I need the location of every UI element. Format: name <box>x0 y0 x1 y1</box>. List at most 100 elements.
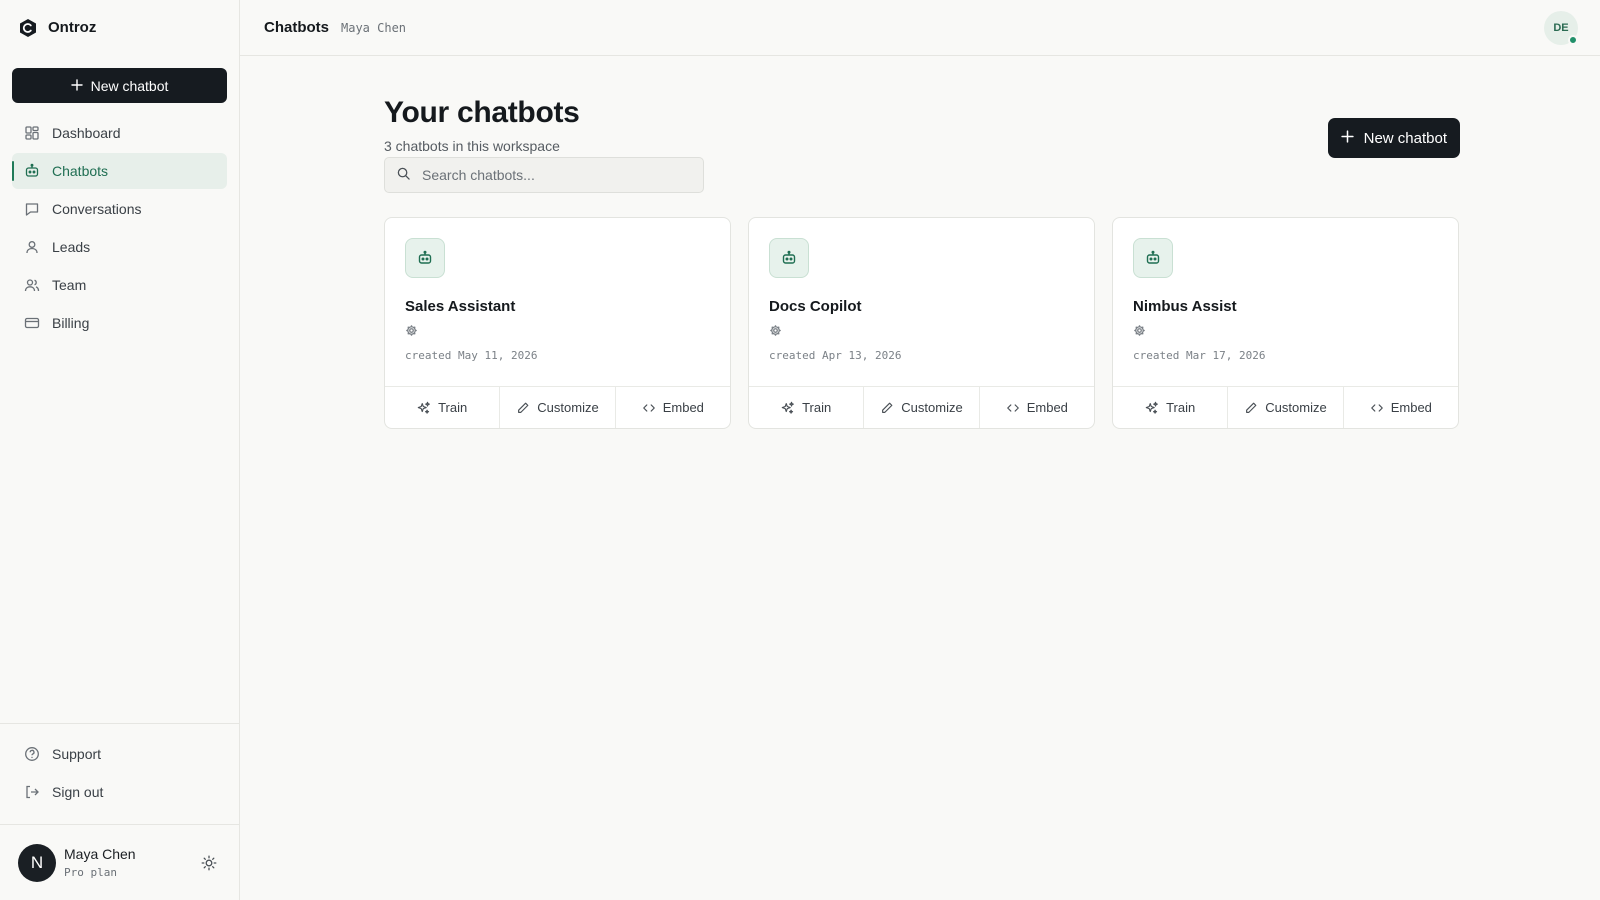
train-label: Train <box>802 400 832 415</box>
help-circle-icon <box>24 746 40 762</box>
sun-icon[interactable] <box>197 851 221 875</box>
new-chatbot-button[interactable]: New chatbot <box>1327 118 1460 158</box>
code-icon <box>1370 403 1383 412</box>
embed-button[interactable]: Embed <box>616 387 730 428</box>
ontroz-logo-icon <box>18 18 38 38</box>
search-input[interactable] <box>422 167 682 183</box>
chatbot-created-date: created Apr 13, 2026 <box>769 349 902 362</box>
sidebar-item-billing[interactable]: Billing <box>12 305 227 341</box>
bot-icon <box>405 238 445 278</box>
sidebar-nav: Dashboard Chatbots Conversations Leads T… <box>0 115 239 341</box>
embed-label: Embed <box>1026 400 1068 415</box>
chatbot-card-actions: Train Customize Embed <box>749 386 1094 428</box>
sidebar-item-label: Chatbots <box>52 163 109 179</box>
sidebar-item-label: Billing <box>52 315 90 331</box>
app: Ontroz New chatbot Dashboard Chatbots Co… <box>0 0 1600 900</box>
gear-icon[interactable] <box>405 323 419 337</box>
sidebar-item-label: Dashboard <box>52 125 121 141</box>
brand[interactable]: Ontroz <box>0 0 239 55</box>
account-avatar[interactable]: DE <box>1544 11 1578 45</box>
sparkles-icon <box>417 401 430 414</box>
user-info: Maya Chen Pro plan <box>64 846 189 879</box>
chatbot-created-date: created Mar 17, 2026 <box>1133 349 1266 362</box>
pencil-icon <box>1246 402 1257 413</box>
account-avatar-initials: DE <box>1553 22 1569 34</box>
plus-icon <box>70 78 83 94</box>
embed-button[interactable]: Embed <box>980 387 1094 428</box>
chatbot-card-body: Docs Copilot created Apr 13, 2026 <box>749 218 1094 386</box>
chatbot-cards: Sales Assistant created May 11, 2026 Tra… <box>384 217 1460 429</box>
chatbot-name: Nimbus Assist <box>1133 298 1237 315</box>
sidebar-item-support[interactable]: Support <box>12 736 227 772</box>
page-breadcrumb-subtitle: Maya Chen <box>341 20 407 35</box>
chatbots-section: Your chatbots 3 chatbots in this workspa… <box>384 96 1460 429</box>
train-label: Train <box>438 400 468 415</box>
log-out-icon <box>24 784 40 800</box>
code-icon <box>1006 403 1019 412</box>
chatbot-card-body: Sales Assistant created May 11, 2026 <box>385 218 730 386</box>
new-chatbot-sidebar-label: New chatbot <box>90 77 169 94</box>
code-icon <box>642 403 655 412</box>
new-chatbot-label: New chatbot <box>1363 129 1447 147</box>
customize-label: Customize <box>901 400 963 415</box>
gear-icon[interactable] <box>1133 323 1147 337</box>
customize-button[interactable]: Customize <box>500 387 616 428</box>
sidebar-item-label: Team <box>52 277 87 293</box>
bot-icon <box>24 163 40 179</box>
embed-button[interactable]: Embed <box>1344 387 1458 428</box>
customize-label: Customize <box>1265 400 1327 415</box>
sidebar: Ontroz New chatbot Dashboard Chatbots Co… <box>0 0 240 900</box>
chatbot-name: Docs Copilot <box>769 298 862 315</box>
train-label: Train <box>1166 400 1196 415</box>
train-button[interactable]: Train <box>749 387 865 428</box>
topbar: Chatbots Maya Chen DE <box>240 0 1600 56</box>
embed-label: Embed <box>662 400 704 415</box>
chatbot-card[interactable]: Docs Copilot created Apr 13, 2026 Train <box>748 217 1095 429</box>
sidebar-item-label: Support <box>52 746 102 762</box>
sidebar-secondary-links: Support Sign out <box>0 723 239 824</box>
card-icon <box>24 315 40 331</box>
gear-icon[interactable] <box>769 323 783 337</box>
chatbot-name: Sales Assistant <box>405 298 516 315</box>
train-button[interactable]: Train <box>385 387 501 428</box>
pencil-icon <box>882 402 893 413</box>
user-name: Maya Chen <box>64 846 136 862</box>
customize-button[interactable]: Customize <box>864 387 980 428</box>
sidebar-bottom: Support Sign out N Maya Chen Pro plan <box>0 723 239 900</box>
pencil-icon <box>518 402 529 413</box>
user-profile[interactable]: N Maya Chen Pro plan <box>0 824 239 900</box>
online-status-dot <box>1568 35 1578 45</box>
page-breadcrumb-title: Chatbots <box>264 19 329 36</box>
sidebar-item-sign-out[interactable]: Sign out <box>12 774 227 810</box>
sidebar-item-label: Sign out <box>52 784 104 800</box>
page-subtitle: 3 chatbots in this workspace <box>384 138 560 154</box>
sidebar-item-leads[interactable]: Leads <box>12 229 227 265</box>
sidebar-item-label: Conversations <box>52 201 142 217</box>
grid-icon <box>24 125 40 141</box>
search-box <box>384 157 704 193</box>
chatbot-created-date: created May 11, 2026 <box>405 349 538 362</box>
brand-name: Ontroz <box>48 19 97 36</box>
chatbot-card[interactable]: Sales Assistant created May 11, 2026 Tra… <box>384 217 731 429</box>
chatbot-card-actions: Train Customize Embed <box>385 386 730 428</box>
sidebar-item-label: Leads <box>52 239 91 255</box>
plus-icon <box>1340 129 1354 147</box>
user-plan: Pro plan <box>64 866 117 879</box>
chatbot-card-body: Nimbus Assist created Mar 17, 2026 <box>1113 218 1458 386</box>
train-button[interactable]: Train <box>1113 387 1229 428</box>
bot-icon <box>769 238 809 278</box>
search-icon <box>397 167 410 183</box>
sparkles-icon <box>1145 401 1158 414</box>
chatbot-card-actions: Train Customize Embed <box>1113 386 1458 428</box>
customize-button[interactable]: Customize <box>1228 387 1344 428</box>
user-icon <box>24 239 40 255</box>
sidebar-item-chatbots[interactable]: Chatbots <box>12 153 227 189</box>
new-chatbot-sidebar-button[interactable]: New chatbot <box>12 68 227 103</box>
sidebar-item-dashboard[interactable]: Dashboard <box>12 115 227 151</box>
chatbot-card[interactable]: Nimbus Assist created Mar 17, 2026 Train <box>1112 217 1459 429</box>
sidebar-item-conversations[interactable]: Conversations <box>12 191 227 227</box>
customize-label: Customize <box>537 400 599 415</box>
sidebar-item-team[interactable]: Team <box>12 267 227 303</box>
message-icon <box>24 201 40 217</box>
embed-label: Embed <box>1390 400 1432 415</box>
